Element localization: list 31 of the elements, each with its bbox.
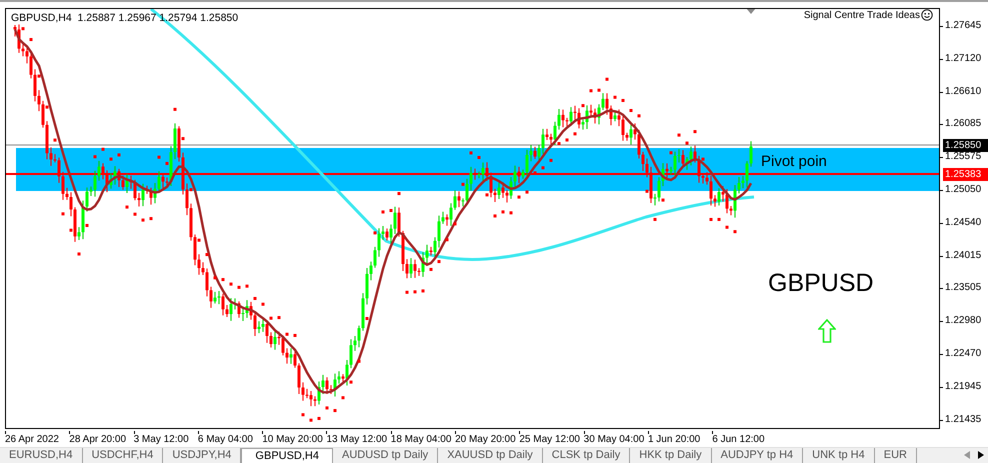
price-marker: 1.25383 [943, 168, 988, 181]
time-tick-label: 13 May 12:00 [326, 434, 388, 445]
time-tick-label: 25 May 12:00 [519, 434, 581, 445]
price-tick-label: 1.26610 [945, 84, 982, 99]
price-tick-label: 1.26085 [945, 117, 982, 132]
time-tick-label: 6 May 04:00 [198, 434, 254, 445]
price-tick-label: 1.24540 [945, 216, 982, 230]
time-tick-label: 1 Jun 20:00 [648, 434, 702, 445]
chart-tab[interactable]: GBPUSD,H4 [241, 448, 333, 463]
price-marker: 1.25850 [943, 139, 988, 152]
price-tick-label: 1.21945 [945, 380, 982, 394]
price-tick-label: 1.25575 [945, 150, 982, 164]
price-tick-label: 1.21435 [945, 412, 982, 427]
price-tick-label: 1.22470 [945, 346, 982, 361]
time-tick-label: 18 May 04:00 [390, 434, 452, 445]
price-tick-label: 1.24015 [945, 248, 982, 263]
price-tick-label: 1.25050 [945, 182, 982, 197]
price-tick-label: 1.27120 [945, 52, 982, 66]
time-tick-label: 3 May 12:00 [134, 434, 190, 445]
time-tick-label: 30 May 04:00 [584, 434, 646, 445]
price-tick-label: 1.22980 [945, 314, 982, 328]
symbol-label: GBPUSD [768, 269, 874, 298]
time-tick-label: 26 Apr 2022 [5, 434, 60, 445]
time-tick-label: 6 Jun 12:00 [712, 434, 766, 445]
time-tick-label: 20 May 20:00 [455, 434, 517, 445]
time-tick-label: 10 May 20:00 [262, 434, 324, 445]
pivot-zone-label: Pivot poin [761, 153, 827, 170]
signature-text: Signal Centre Trade Ideas [804, 10, 920, 20]
time-tick-label: 28 Apr 20:00 [69, 434, 128, 445]
price-tick-label: 1.27645 [945, 19, 982, 33]
price-tick-label: 1.23505 [945, 281, 982, 296]
